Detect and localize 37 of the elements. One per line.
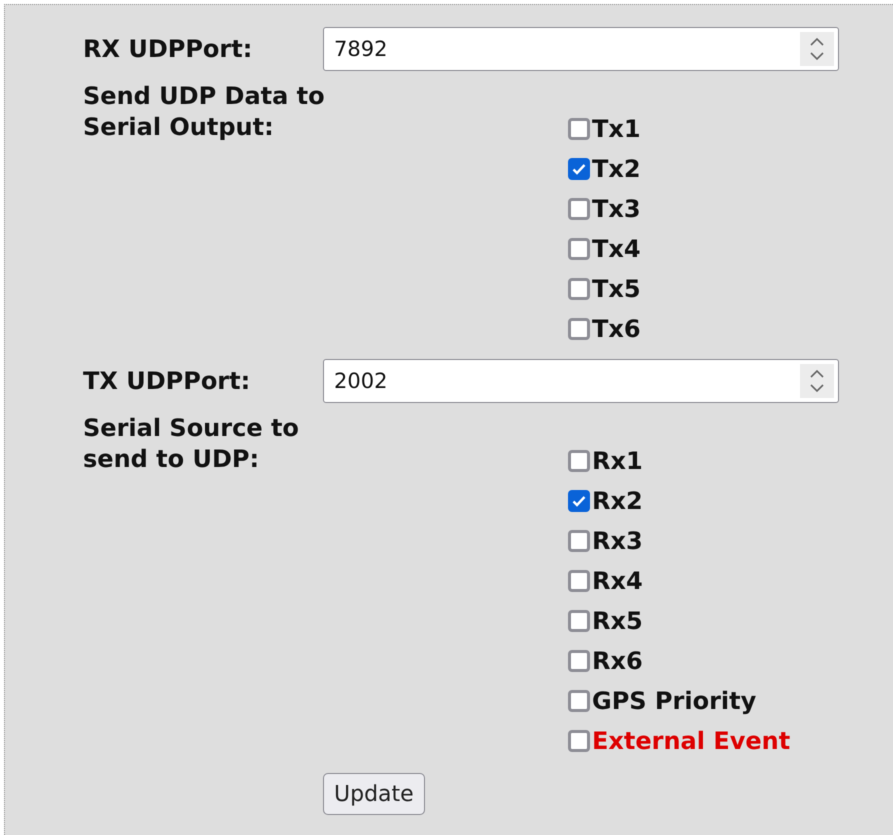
option-label: Tx6 bbox=[592, 315, 641, 343]
checkbox[interactable] bbox=[568, 690, 590, 712]
option-label: Rx5 bbox=[592, 607, 643, 635]
option-label: Rx2 bbox=[592, 487, 643, 515]
spinner-icon[interactable] bbox=[800, 32, 834, 66]
option-label: Rx3 bbox=[592, 527, 643, 555]
checkbox[interactable] bbox=[568, 450, 590, 472]
checkbox[interactable] bbox=[568, 490, 590, 512]
checkbox[interactable] bbox=[568, 570, 590, 592]
field-label: RX UDPPort: bbox=[83, 34, 254, 65]
option-label: GPS Priority bbox=[592, 687, 756, 715]
checkbox[interactable] bbox=[568, 238, 590, 260]
option-label: Tx4 bbox=[592, 235, 641, 263]
checkbox[interactable] bbox=[568, 530, 590, 552]
option-label: Tx5 bbox=[592, 275, 641, 303]
update-button[interactable]: Update bbox=[323, 773, 425, 815]
option-label: Rx1 bbox=[592, 447, 643, 475]
option-label: Tx2 bbox=[592, 155, 641, 183]
spinner-icon[interactable] bbox=[800, 364, 834, 398]
number-field[interactable]: 7892 bbox=[323, 27, 839, 71]
option-label: Rx4 bbox=[592, 567, 643, 595]
checkbox[interactable] bbox=[568, 610, 590, 632]
checkbox[interactable] bbox=[568, 158, 590, 180]
option-label: Tx1 bbox=[592, 115, 641, 143]
checkbox[interactable] bbox=[568, 118, 590, 140]
checkbox[interactable] bbox=[568, 650, 590, 672]
checkbox[interactable] bbox=[568, 278, 590, 300]
checkbox[interactable] bbox=[568, 730, 590, 752]
checkbox[interactable] bbox=[568, 318, 590, 340]
option-label: External Event bbox=[592, 727, 790, 755]
option-label: Rx6 bbox=[592, 647, 643, 675]
option-label: Tx3 bbox=[592, 195, 641, 223]
field-label: Serial Source to send to UDP: bbox=[83, 413, 300, 475]
field-label: Send UDP Data to Serial Output: bbox=[83, 81, 326, 143]
field-label: TX UDPPort: bbox=[83, 366, 252, 397]
checkbox[interactable] bbox=[568, 198, 590, 220]
number-field[interactable]: 2002 bbox=[323, 359, 839, 403]
